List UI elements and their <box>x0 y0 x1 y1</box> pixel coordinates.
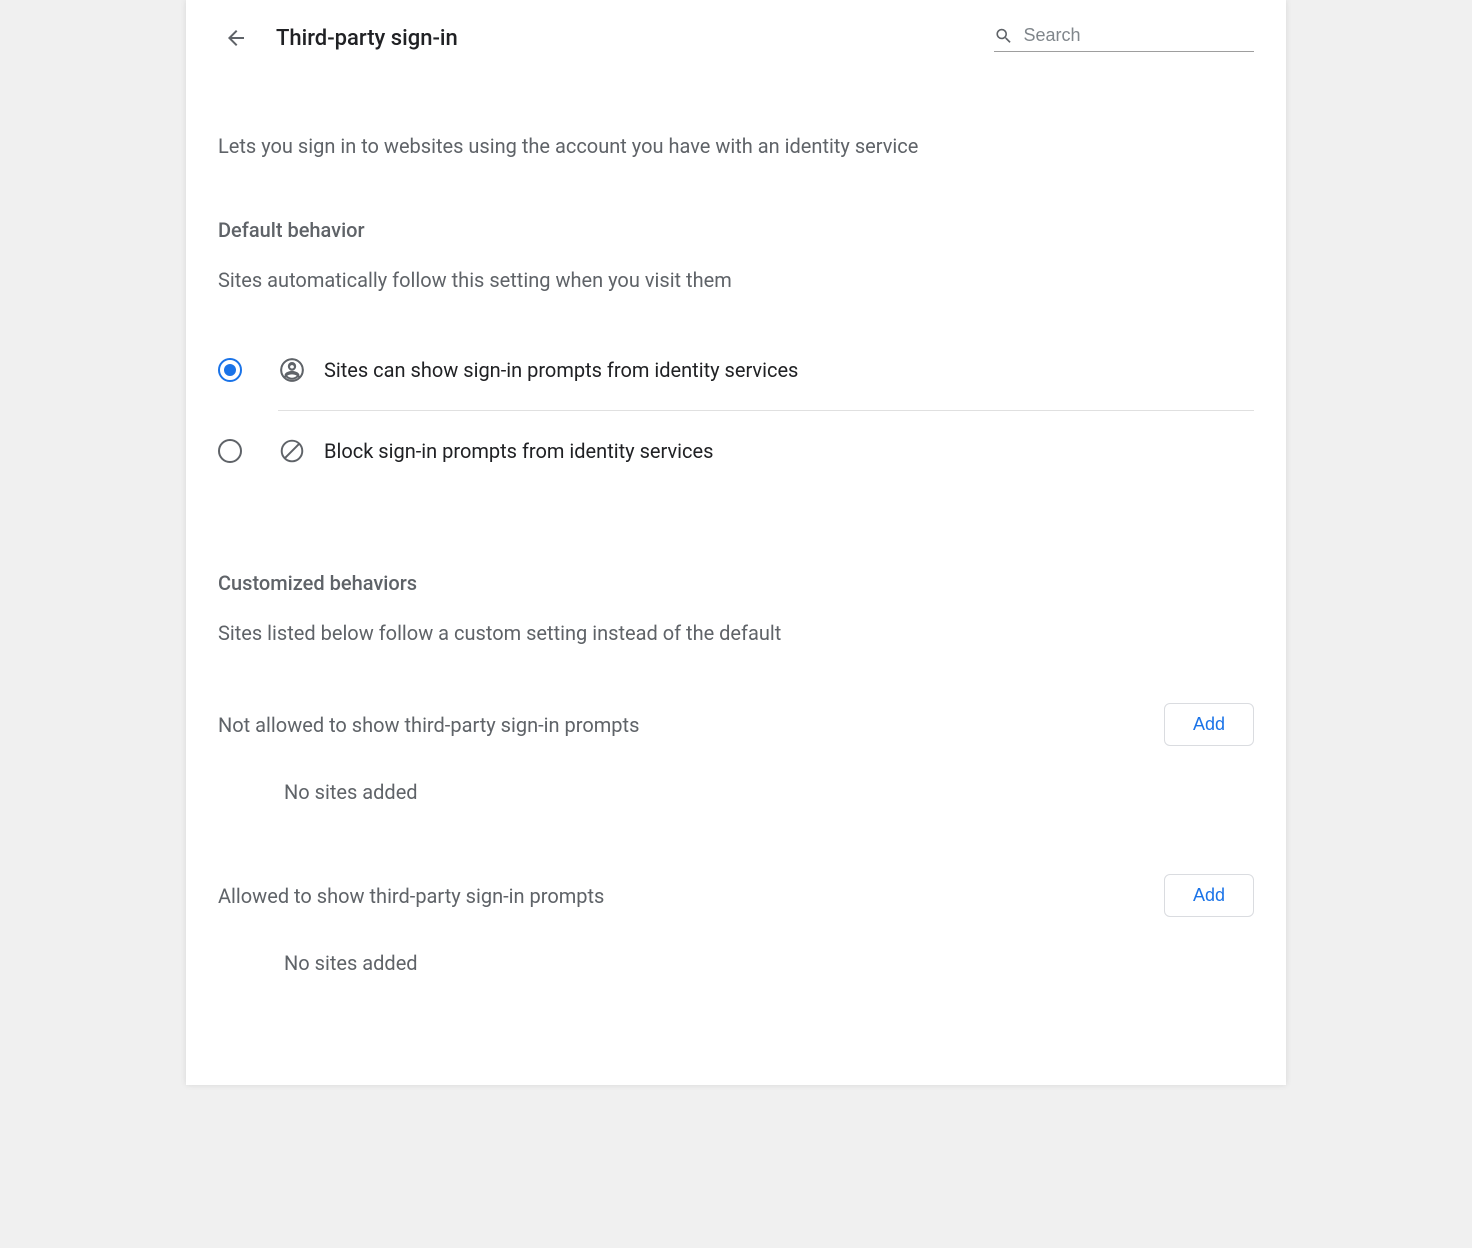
add-not-allowed-button[interactable]: Add <box>1164 703 1254 746</box>
customized-behaviors-title: Customized behaviors <box>218 571 1254 595</box>
option-label: Sites can show sign-in prompts from iden… <box>324 358 798 382</box>
option-allow-signin-prompts[interactable]: Sites can show sign-in prompts from iden… <box>218 330 1254 410</box>
person-circle-icon <box>278 356 306 384</box>
customized-behaviors-subtitle: Sites listed below follow a custom setti… <box>218 621 1254 645</box>
back-button[interactable] <box>218 20 254 56</box>
search-container[interactable] <box>994 25 1254 52</box>
settings-panel: Third-party sign-in Lets you sign in to … <box>186 0 1286 1085</box>
option-block-signin-prompts[interactable]: Block sign-in prompts from identity serv… <box>218 411 1254 491</box>
not-allowed-section-header: Not allowed to show third-party sign-in … <box>218 703 1254 746</box>
block-icon <box>278 437 306 465</box>
radio-selected-icon <box>218 358 242 382</box>
allowed-section-header: Allowed to show third-party sign-in prom… <box>218 874 1254 917</box>
option-label: Block sign-in prompts from identity serv… <box>324 439 713 463</box>
add-allowed-button[interactable]: Add <box>1164 874 1254 917</box>
radio-unselected-icon <box>218 439 242 463</box>
allowed-label: Allowed to show third-party sign-in prom… <box>218 884 604 908</box>
page-description: Lets you sign in to websites using the a… <box>218 134 1254 158</box>
default-behavior-subtitle: Sites automatically follow this setting … <box>218 268 1254 292</box>
header: Third-party sign-in <box>186 0 1286 74</box>
page-title: Third-party sign-in <box>276 26 994 51</box>
not-allowed-label: Not allowed to show third-party sign-in … <box>218 713 639 737</box>
search-icon <box>994 25 1014 47</box>
default-behavior-title: Default behavior <box>218 218 1254 242</box>
search-input[interactable] <box>1024 25 1255 46</box>
not-allowed-empty-text: No sites added <box>284 780 1254 804</box>
allowed-empty-text: No sites added <box>284 951 1254 975</box>
content: Lets you sign in to websites using the a… <box>186 74 1286 975</box>
arrow-back-icon <box>224 26 248 50</box>
default-behavior-options: Sites can show sign-in prompts from iden… <box>218 330 1254 491</box>
